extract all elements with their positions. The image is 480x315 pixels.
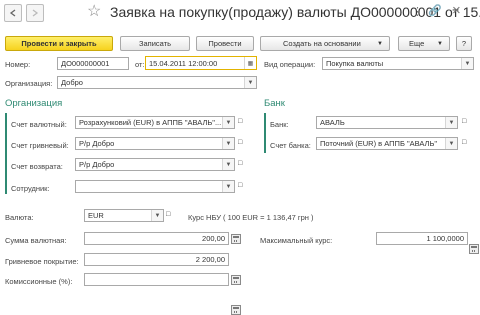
employee-select[interactable]: ▼ (75, 180, 235, 193)
org-section-bar (5, 113, 7, 194)
dropdown-icon: ▼ (437, 40, 443, 47)
currency-select[interactable]: EUR ▼ (84, 209, 164, 222)
date-field[interactable]: 15.04.2011 12:00:00 ▦ (145, 56, 257, 70)
dropdown-icon[interactable]: ▼ (244, 77, 256, 88)
commission-label: Комиссионные (%): (5, 277, 73, 286)
close-icon[interactable]: × (452, 2, 461, 19)
date-value: 15.04.2011 12:00:00 (149, 58, 218, 68)
more-button[interactable]: Еще ▼ (398, 36, 450, 51)
post-and-close-button[interactable]: Провести и закрыть (5, 36, 113, 51)
nav-forward-button[interactable] (26, 4, 44, 22)
open-icon[interactable]: □ (238, 160, 242, 167)
dropdown-icon[interactable]: ▼ (222, 159, 234, 170)
currency-account-value: Розрахунковий (EUR) в АППБ "АВАЛЬ"... (79, 118, 222, 127)
save-button[interactable]: Записать (120, 36, 190, 51)
operation-value: Покупка валюты (326, 59, 384, 68)
more-label: Еще (409, 39, 425, 48)
date-label: от: (135, 60, 145, 69)
open-icon[interactable]: □ (238, 182, 242, 189)
dropdown-icon[interactable]: ▼ (151, 210, 163, 221)
calculator-icon[interactable] (469, 244, 479, 254)
bank-label: Банк: (270, 120, 289, 129)
currency-sum-field[interactable]: 200,00 (84, 232, 229, 245)
currency-value: EUR (88, 211, 104, 220)
create-based-label: Создать на основании (283, 39, 361, 48)
return-account-label: Счет возврата: (11, 162, 63, 171)
bank-account-select[interactable]: Поточний (EUR) в АППБ "АВАЛЬ" ▼ (316, 137, 458, 150)
calculator-icon[interactable] (231, 234, 241, 244)
org-select[interactable]: Добро ▼ (57, 76, 257, 89)
org-label: Организация: (5, 79, 53, 88)
bank-account-value: Поточний (EUR) в АППБ "АВАЛЬ" (320, 139, 438, 148)
bank-section-title: Банк (264, 98, 285, 109)
currency-label: Валюта: (5, 213, 34, 222)
org-value: Добро (61, 78, 83, 87)
nav-back-icon (9, 9, 16, 17)
nav-forward-icon (32, 9, 39, 17)
nav-back-button[interactable] (4, 4, 22, 22)
bank-section-bar (264, 113, 266, 153)
open-icon[interactable]: □ (238, 118, 242, 125)
calculator-icon[interactable] (231, 275, 241, 285)
bank-account-label: Счет банка: (270, 141, 311, 150)
dropdown-icon[interactable]: ▼ (445, 117, 457, 128)
open-icon[interactable]: □ (462, 118, 466, 125)
bank-value: АВАЛЬ (320, 118, 345, 127)
dropdown-icon[interactable]: ▼ (222, 117, 234, 128)
open-icon[interactable]: □ (462, 139, 466, 146)
currency-account-select[interactable]: Розрахунковий (EUR) в АППБ "АВАЛЬ"... ▼ (75, 116, 235, 129)
max-rate-label: Максимальный курс: (260, 236, 333, 245)
window-title: Заявка на покупку(продажу) валюты ДО0000… (110, 4, 480, 20)
open-icon[interactable]: □ (238, 139, 242, 146)
currency-account-label: Счет валютный: (11, 120, 67, 129)
link-icon[interactable]: 🔗 (428, 4, 442, 17)
uah-account-select[interactable]: Р/р Добро ▼ (75, 137, 235, 150)
commission-field[interactable] (84, 273, 229, 286)
dropdown-icon[interactable]: ▼ (222, 138, 234, 149)
calculator-icon[interactable] (231, 305, 241, 315)
nbu-rate-text: Курс НБУ ( 100 EUR = 1 136,47 грн ) (188, 213, 314, 222)
operation-label: Вид операции: (264, 60, 316, 69)
open-icon[interactable]: □ (166, 211, 170, 218)
bank-select[interactable]: АВАЛЬ ▼ (316, 116, 458, 129)
calendar-icon[interactable]: ▦ (244, 57, 256, 69)
max-rate-field[interactable]: 1 100,0000 (376, 232, 468, 245)
currency-sum-label: Сумма валютная: (5, 236, 67, 245)
help-button[interactable]: ? (456, 36, 472, 51)
star-icon[interactable]: ☆ (87, 4, 101, 20)
uah-account-value: Р/р Добро (79, 139, 115, 148)
uah-cover-field[interactable]: 2 200,00 (84, 253, 229, 266)
create-based-on-button[interactable]: Создать на основании ▼ (260, 36, 390, 51)
dropdown-icon[interactable]: ▼ (461, 58, 473, 69)
menu-dots-icon[interactable]: ⋮ (412, 5, 423, 18)
dropdown-icon: ▼ (377, 40, 383, 47)
dropdown-icon[interactable]: ▼ (445, 138, 457, 149)
dropdown-icon[interactable]: ▼ (222, 181, 234, 192)
post-button[interactable]: Провести (196, 36, 254, 51)
uah-account-label: Счет гривневый: (11, 141, 69, 150)
operation-select[interactable]: Покупка валюты ▼ (322, 57, 474, 70)
employee-label: Сотрудник: (11, 184, 50, 193)
uah-cover-label: Гривневое покрытие: (5, 257, 79, 266)
number-label: Номер: (5, 60, 31, 69)
org-section-title: Организация (5, 98, 63, 109)
return-account-value: Р/р Добро (79, 160, 115, 169)
return-account-select[interactable]: Р/р Добро ▼ (75, 158, 235, 171)
number-field[interactable]: ДО000000001 (57, 57, 129, 70)
